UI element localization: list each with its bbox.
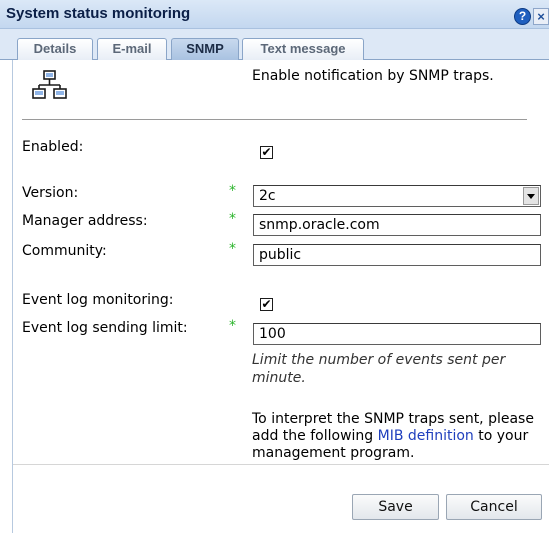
tab-strip: Details E-mail SNMP Text message	[0, 29, 549, 60]
left-frame-border	[12, 60, 13, 533]
save-button[interactable]: Save	[352, 494, 439, 520]
event-log-monitoring-checkbox[interactable]: ✔	[260, 298, 273, 311]
title-bar: System status monitoring ? ×	[0, 0, 549, 29]
dialog-title: System status monitoring	[6, 5, 191, 22]
manager-required-marker: *	[229, 211, 236, 227]
header-divider	[22, 119, 527, 120]
limit-hint-text: Limit the number of events sent per minu…	[252, 352, 506, 386]
tab-email[interactable]: E-mail	[97, 38, 167, 60]
version-label: Version:	[22, 185, 79, 201]
event-log-limit-label: Event log sending limit:	[22, 320, 188, 336]
version-selected-value: 2c	[259, 188, 276, 204]
event-log-monitoring-label: Event log monitoring:	[22, 292, 174, 308]
header-description: Enable notification by SNMP traps.	[252, 68, 494, 84]
system-status-dialog: System status monitoring ? × Details E-m…	[0, 0, 549, 533]
network-icon	[32, 70, 67, 99]
tab-snmp[interactable]: SNMP	[171, 38, 239, 60]
event-log-limit-input[interactable]: 100	[253, 323, 541, 345]
mib-definition-link[interactable]: MIB definition	[378, 428, 474, 444]
enabled-label: Enabled:	[22, 139, 84, 155]
community-required-marker: *	[229, 241, 236, 257]
help-icon[interactable]: ?	[514, 8, 531, 25]
manager-address-input[interactable]: snmp.oracle.com	[253, 214, 541, 236]
manager-address-label: Manager address:	[22, 213, 148, 229]
close-icon[interactable]: ×	[533, 8, 549, 25]
tab-details[interactable]: Details	[17, 38, 93, 60]
limit-required-marker: *	[229, 318, 236, 334]
tab-text-message[interactable]: Text message	[242, 38, 364, 60]
enabled-checkbox[interactable]: ✔	[260, 146, 273, 159]
version-select[interactable]: 2c	[253, 185, 541, 207]
chevron-down-icon[interactable]	[523, 187, 539, 205]
version-required-marker: *	[229, 183, 236, 199]
footer-divider	[13, 464, 549, 465]
community-label: Community:	[22, 243, 107, 259]
mib-note: To interpret the SNMP traps sent, please…	[252, 411, 542, 462]
cancel-button[interactable]: Cancel	[446, 494, 542, 520]
community-input[interactable]: public	[253, 244, 541, 266]
